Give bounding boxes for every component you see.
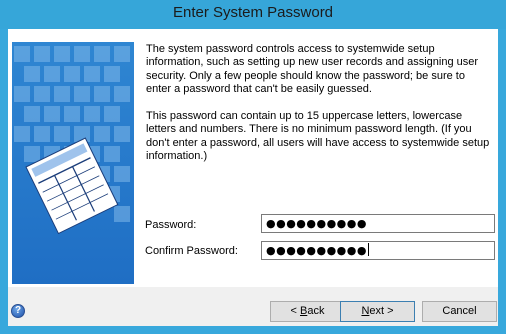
help-icon[interactable]: ? xyxy=(11,304,25,318)
confirm-password-label: Confirm Password: xyxy=(145,245,238,257)
next-rest: ext > xyxy=(369,305,394,317)
password-illustration-icon xyxy=(12,42,134,284)
text-caret xyxy=(367,243,369,256)
window-title: Enter System Password xyxy=(172,4,334,21)
back-rest: ack xyxy=(307,305,325,317)
dialog-client-area: The system password controls access to s… xyxy=(8,29,498,326)
title-bar[interactable]: Enter System Password xyxy=(0,0,506,29)
cancel-label: Cancel xyxy=(442,305,477,317)
dialog-window: Enter System Password The system passwor… xyxy=(0,0,506,334)
side-illustration xyxy=(12,42,134,284)
back-prefix: < xyxy=(290,305,300,317)
back-button[interactable]: < Back xyxy=(270,301,345,322)
confirm-password-field[interactable]: ●●●●●●●●●● xyxy=(261,241,495,260)
password-label: Password: xyxy=(145,219,197,231)
password-value: ●●●●●●●●●● xyxy=(266,217,367,230)
password-field[interactable]: ●●●●●●●●●● xyxy=(261,214,495,233)
next-button[interactable]: Next > xyxy=(340,301,415,322)
content-panel: The system password controls access to s… xyxy=(8,29,498,287)
confirm-password-value: ●●●●●●●●●● xyxy=(266,244,367,257)
cancel-button[interactable]: Cancel xyxy=(422,301,497,322)
intro-paragraph: The system password controls access to s… xyxy=(146,43,479,96)
detail-paragraph: This password can contain up to 15 upper… xyxy=(146,110,490,163)
help-glyph: ? xyxy=(14,305,22,316)
